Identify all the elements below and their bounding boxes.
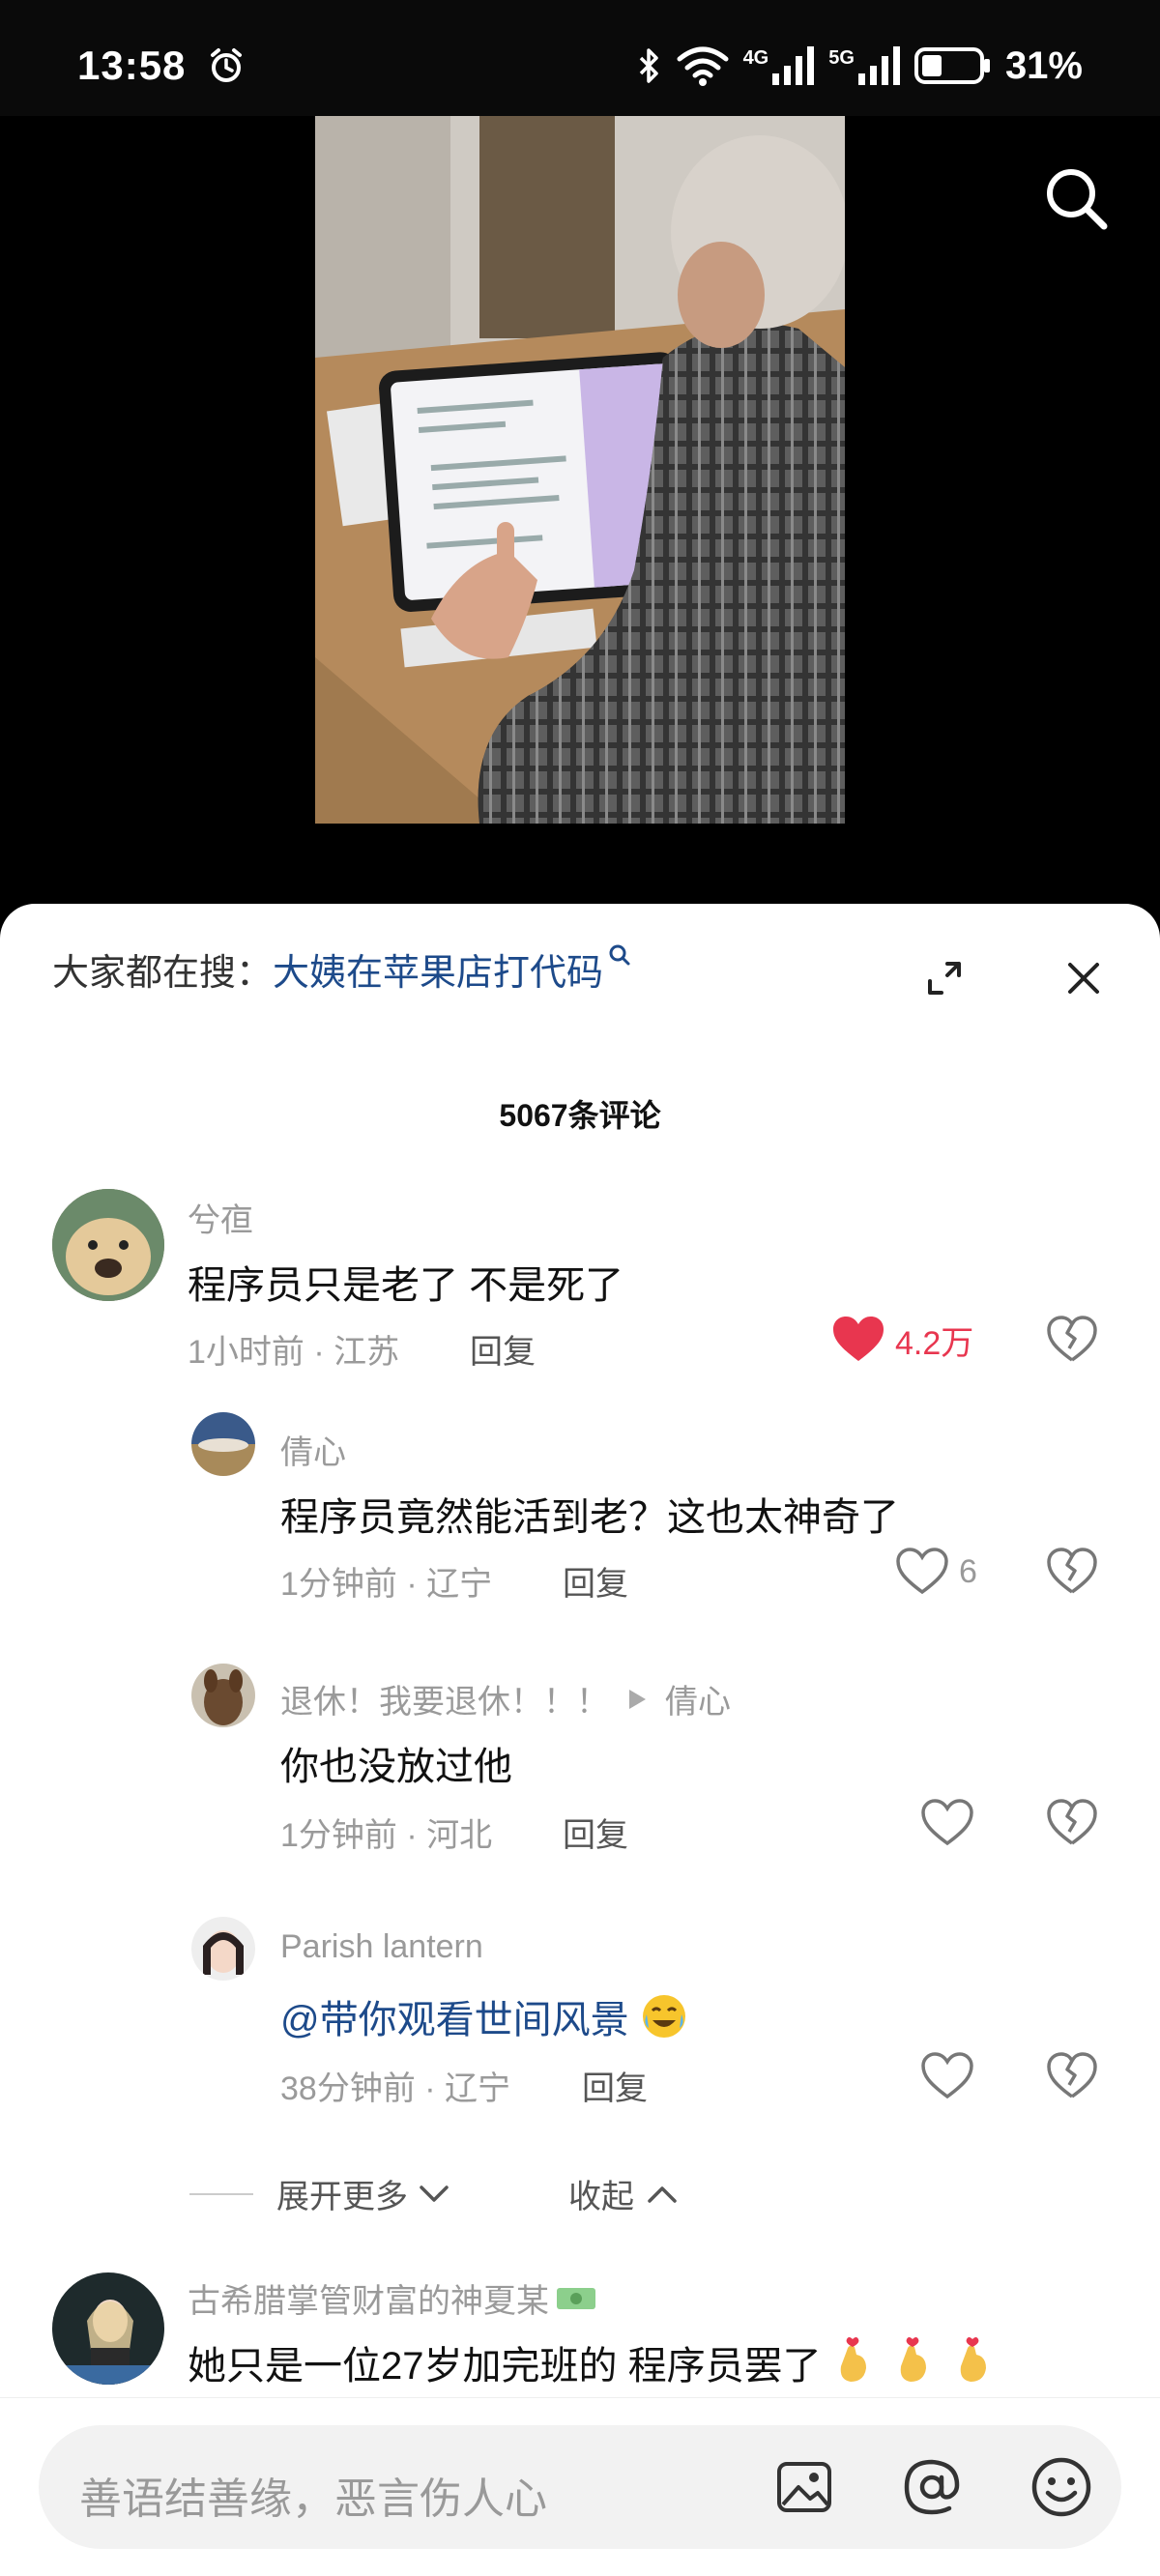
username-text: 退休！我要退休！！！ (280, 1684, 609, 1721)
avatar[interactable] (191, 1917, 255, 1981)
comment-sheet: 大家都在搜：大姨在苹果店打代码 5067条评论 兮亱 程序员只是老了 不是死了 … (0, 904, 1160, 2575)
trending-search[interactable]: 大家都在搜：大姨在苹果店打代码 (52, 942, 632, 996)
like-count: 6 (959, 1552, 977, 1590)
comment-username[interactable]: Parish lantern (280, 1928, 483, 1966)
reply-button[interactable]: 回复 (470, 1325, 536, 1373)
trending-prefix: 大家都在搜： (52, 953, 274, 994)
signal-5g-icon: 5G (828, 46, 901, 85)
comment-text: 她只是一位27岁加完班的 程序员罢了 (188, 2334, 1001, 2390)
like-button[interactable] (920, 2052, 984, 2100)
broken-heart-icon[interactable] (1046, 1797, 1098, 1849)
battery-icon (914, 47, 990, 84)
close-icon[interactable] (1059, 954, 1108, 1002)
search-icon[interactable] (1036, 159, 1117, 240)
video-thumbnail[interactable] (315, 116, 845, 824)
chevron-up-icon (648, 2185, 677, 2203)
alarm-icon (211, 48, 242, 82)
battery-percent: 31% (1004, 43, 1083, 87)
money-emoji-icon (557, 2287, 595, 2309)
comment-text: 你也没放过他 (280, 1746, 512, 1788)
reply-to-user[interactable]: 倩心 (665, 1675, 731, 1722)
chevron-down-icon (420, 2185, 449, 2202)
avatar[interactable] (191, 1664, 255, 1727)
expand-icon[interactable] (920, 954, 969, 1002)
broken-heart-icon[interactable] (1046, 2050, 1098, 2102)
bluetooth-icon (639, 48, 658, 83)
comment-meta: 1分钟前 · 河北 (280, 1817, 493, 1854)
collapse-label: 收起 (568, 2179, 634, 2215)
comment-text: 程序员竟然能活到老？这也太神奇了 (280, 1496, 899, 1539)
comment-input-placeholder: 善语结善缘，恶言伤人心 (79, 2475, 547, 2523)
broken-heart-icon[interactable] (1046, 1546, 1098, 1598)
video-player[interactable] (0, 116, 1160, 909)
video-scene (315, 116, 845, 824)
reply-button[interactable]: 回复 (582, 2062, 648, 2109)
avatar[interactable] (52, 2272, 164, 2385)
heart-outline-icon (921, 1799, 973, 1846)
status-time: 13:58 (77, 43, 187, 88)
comment-username[interactable]: 倩心 (280, 1426, 346, 1473)
collapse-replies[interactable]: 收起 (568, 2170, 679, 2217)
comment-count: 5067条评论 (499, 1098, 661, 1133)
trending-link[interactable]: 大姨在苹果店打代码 (273, 953, 603, 994)
heart-outline-icon (896, 1548, 948, 1595)
mention-link[interactable]: @带你观看世间风景 (280, 1988, 629, 2044)
at-mention-icon[interactable] (899, 2454, 965, 2520)
finger-heart-emoji-icon (900, 2337, 926, 2382)
emoji-icon[interactable] (1029, 2454, 1094, 2520)
like-button[interactable]: 4.2万 (831, 1316, 973, 1364)
heart-outline-icon (921, 2052, 973, 2099)
comment-username[interactable]: 退休！我要退休！！！ 倩心 (280, 1675, 731, 1722)
comment-text-content: 她只是一位27岁加完班的 程序员罢了 (188, 2345, 822, 2388)
expand-more-label: 展开更多 (276, 2179, 408, 2215)
comment-username[interactable]: 兮亱 (188, 1194, 253, 1241)
like-button[interactable] (920, 1799, 984, 1847)
heart-filled-icon (833, 1317, 884, 1361)
finger-heart-emoji-icon (960, 2337, 986, 2382)
expand-more-replies[interactable]: 展开更多 (189, 2170, 450, 2217)
status-bar: 13:58 4G 5G 31% (0, 0, 1160, 116)
search-small-icon (609, 944, 630, 966)
avatar[interactable] (52, 1189, 164, 1301)
like-button[interactable]: 6 (895, 1548, 977, 1596)
reply-button[interactable]: 回复 (563, 1809, 628, 1856)
comment-input[interactable]: 善语结善缘，恶言伤人心 (39, 2425, 1121, 2549)
like-count: 4.2万 (895, 1324, 974, 1362)
broken-heart-icon[interactable] (1046, 1314, 1098, 1366)
laugh-cry-emoji-icon (642, 1995, 685, 2038)
image-icon[interactable] (771, 2454, 837, 2520)
comment-meta: 1分钟前 · 辽宁 (280, 1566, 493, 1603)
signal-4g-icon: 4G (743, 46, 816, 85)
comment-meta: 1小时前 · 江苏 (188, 1334, 400, 1371)
username-text: 古希腊掌管财富的神夏某 (188, 2283, 549, 2320)
finger-heart-emoji-icon (840, 2337, 866, 2382)
comment-text: 程序员只是老了 不是死了 (188, 1264, 624, 1307)
comment-username[interactable]: 古希腊掌管财富的神夏某 (188, 2274, 597, 2322)
comment-input-bar: 善语结善缘，恶言伤人心 (0, 2397, 1160, 2576)
divider-line (189, 2192, 253, 2195)
reply-button[interactable]: 回复 (563, 1557, 628, 1605)
wifi-icon (677, 46, 729, 86)
avatar[interactable] (191, 1412, 255, 1476)
reply-arrow-icon (629, 1689, 646, 1709)
comment-text: @带你观看世间风景 (280, 1988, 689, 2044)
comment-meta: 38分钟前 · 辽宁 (280, 2070, 511, 2107)
